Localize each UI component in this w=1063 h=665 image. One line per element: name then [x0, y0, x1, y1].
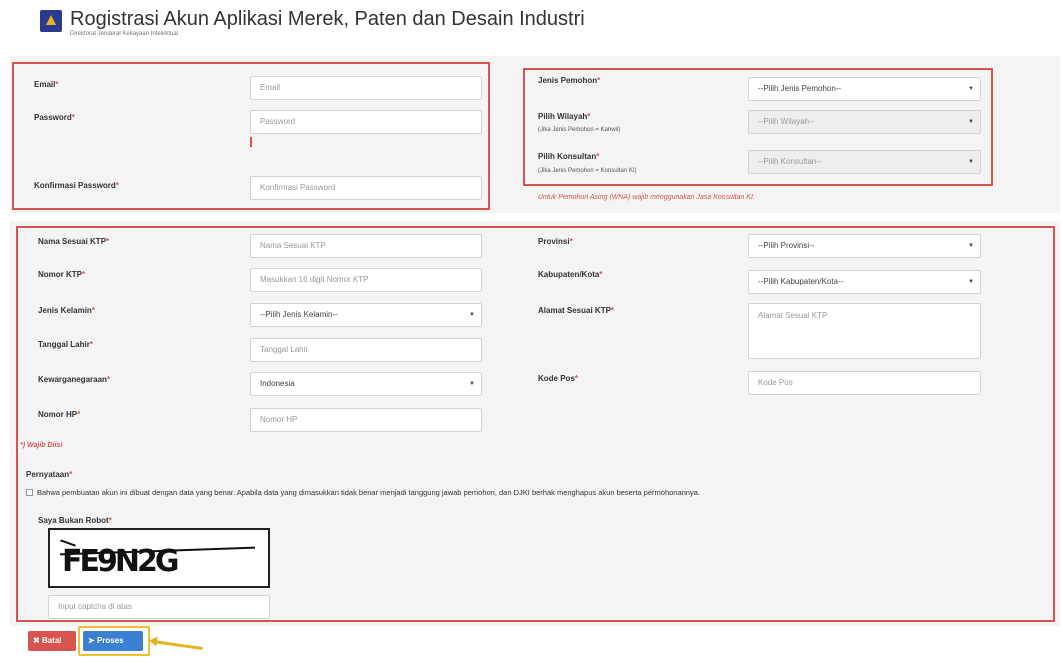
ktp-field[interactable]: Masukkan 16 digit Nomor KTP [250, 268, 482, 292]
kodepos-label: Kode Pos* [538, 374, 579, 383]
statement-checkbox[interactable] [26, 489, 33, 496]
wilayah-hint: (Jika Jenis Pemohon = Kanwil) [538, 127, 621, 133]
wilayah-select[interactable]: --Pilih Wilayah-- ▼ [748, 110, 981, 134]
chevron-down-icon: ▼ [968, 86, 974, 92]
proses-button[interactable]: ➤ Proses [83, 631, 143, 651]
alamat-textarea[interactable]: Alamat Sesuai KTP [748, 303, 981, 359]
chevron-down-icon: ▼ [968, 159, 974, 165]
konsultan-label: Pilih Konsultan* [538, 152, 600, 161]
alamat-label: Alamat Sesuai KTP* [538, 306, 615, 315]
password-strength-bar [250, 137, 252, 147]
chevron-down-icon: ▼ [469, 312, 475, 318]
provinsi-label: Provinsi* [538, 237, 573, 246]
password-field[interactable]: Password [250, 110, 482, 134]
chevron-down-icon: ▼ [968, 119, 974, 125]
gender-label: Jenis Kelamin* [38, 306, 95, 315]
page-header: Rogistrasi Akun Aplikasi Merek, Paten da… [40, 8, 585, 40]
chevron-down-icon: ▼ [968, 243, 974, 249]
hp-field[interactable]: Nomor HP [250, 408, 482, 432]
required-note: *) Wajib Diisi [20, 442, 63, 449]
confirm-password-field[interactable]: Konfirmasi Password [250, 176, 482, 200]
close-icon: ✖ [33, 636, 40, 645]
hp-label: Nomor HP* [38, 410, 81, 419]
dob-label: Tanggal Lahir* [38, 340, 93, 349]
annotation-arrow-icon [152, 640, 203, 650]
citizenship-select[interactable]: Indonesia ▼ [250, 372, 482, 396]
kodepos-field[interactable]: Kode Pos [748, 371, 981, 395]
gender-select[interactable]: --Pilih Jenis Kelamin-- ▼ [250, 303, 482, 327]
provinsi-select[interactable]: --Pilih Provinsi-- ▼ [748, 234, 981, 258]
kabupaten-label: Kabupaten/Kota* [538, 270, 603, 279]
captcha-input[interactable]: Input captcha di atas [48, 595, 270, 619]
batal-label: Batal [41, 636, 62, 645]
page-subtitle: Direktorat Jenderal Kekayaan Intelektual [70, 31, 179, 37]
foreign-applicant-note: Untuk Pemohon Asing (WNA) wajib mengguna… [538, 194, 755, 201]
page-title: Rogistrasi Akun Aplikasi Merek, Paten da… [70, 8, 585, 30]
citizenship-label: Kewarganegaraan* [38, 375, 111, 384]
jenis-pemohon-label: Jenis Pemohon* [538, 76, 601, 85]
captcha-image: FE9N2G [48, 528, 270, 588]
send-icon: ➤ [88, 636, 95, 645]
password-label: Password* [34, 113, 75, 122]
email-label: Email* [34, 80, 59, 89]
djki-logo-icon [40, 10, 62, 32]
chevron-down-icon: ▼ [968, 279, 974, 285]
konsultan-select[interactable]: --Pilih Konsultan-- ▼ [748, 150, 981, 174]
proses-label: Proses [96, 636, 124, 645]
ktp-label: Nomor KTP* [38, 270, 86, 279]
chevron-down-icon: ▼ [469, 381, 475, 387]
confirm-password-label: Konfirmasi Password* [34, 181, 119, 190]
captcha-label: Saya Bukan Robot* [38, 516, 112, 525]
wilayah-label: Pilih Wilayah* [538, 112, 591, 121]
nama-field[interactable]: Nama Sesuai KTP [250, 234, 482, 258]
batal-button[interactable]: ✖ Batal [28, 631, 76, 651]
jenis-pemohon-select[interactable]: --Pilih Jenis Pemohon-- ▼ [748, 77, 981, 101]
statement-text: Bahwa pembuatan akun ini dibuat dengan d… [37, 488, 700, 497]
konsultan-hint: (Jika Jenis Pemohon = Konsultan KI) [538, 168, 637, 174]
statement-label: Pernyataan* [26, 470, 73, 479]
dob-field[interactable]: Tanggal Lahir [250, 338, 482, 362]
email-field[interactable]: Email [250, 76, 482, 100]
nama-label: Nama Sesuai KTP* [38, 237, 110, 246]
kabupaten-select[interactable]: --Pilih Kabupaten/Kota-- ▼ [748, 270, 981, 294]
